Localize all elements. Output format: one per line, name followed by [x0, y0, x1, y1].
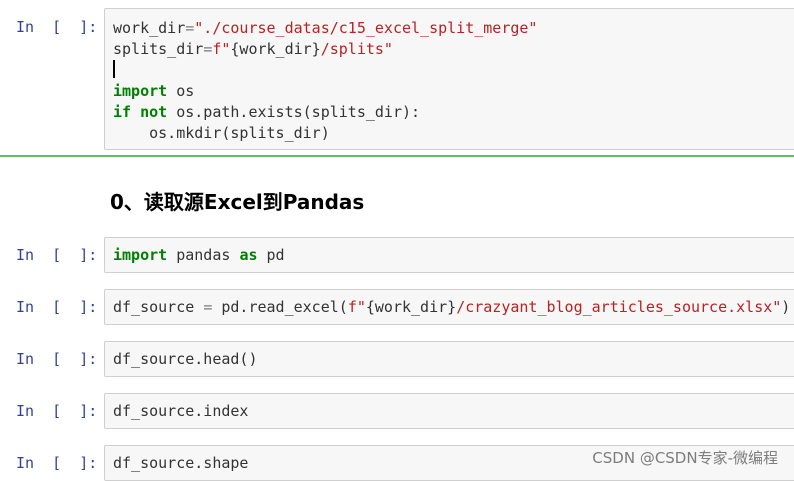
cell-editor[interactable]: df_source = pd.read_excel(f"{work_dir}/c… — [104, 289, 794, 325]
cell-editor[interactable]: df_source.head() — [104, 341, 794, 377]
cell-prompt: In [ ]: — [16, 18, 98, 36]
markdown-heading: 0、读取源Excel到Pandas — [110, 190, 365, 214]
code-line: df_source.index — [113, 402, 249, 420]
code-line-5: if not os.path.exists(splits_dir): — [113, 103, 421, 121]
cell-prompt: In [ ]: — [16, 298, 98, 316]
cell-editor[interactable]: df_source.index — [104, 393, 794, 429]
text-cursor — [113, 60, 115, 78]
code-line-3 — [105, 60, 794, 81]
code-line-1: work_dir="./course_datas/c15_excel_split… — [113, 19, 538, 37]
code-line: df_source = pd.read_excel(f"{work_dir}/c… — [113, 298, 791, 316]
code-line: df_source.head() — [113, 350, 258, 368]
code-line-6: os.mkdir(splits_dir) — [113, 124, 330, 142]
code-line-4: import os — [113, 82, 195, 100]
cell-editor[interactable]: import pandas as pd — [104, 237, 794, 273]
selected-cell-border — [0, 155, 794, 157]
cell-prompt: In [ ]: — [16, 350, 98, 368]
cell-prompt: In [ ]: — [16, 246, 98, 264]
code-line-2: splits_dir=f"{work_dir}/splits" — [113, 40, 393, 58]
cell-editor[interactable]: work_dir="./course_datas/c15_excel_split… — [104, 8, 794, 150]
code-line: import pandas as pd — [113, 246, 285, 264]
watermark: CSDN @CSDN专家-微编程 — [592, 449, 778, 467]
cell-prompt: In [ ]: — [16, 454, 98, 472]
cell-prompt: In [ ]: — [16, 402, 98, 420]
